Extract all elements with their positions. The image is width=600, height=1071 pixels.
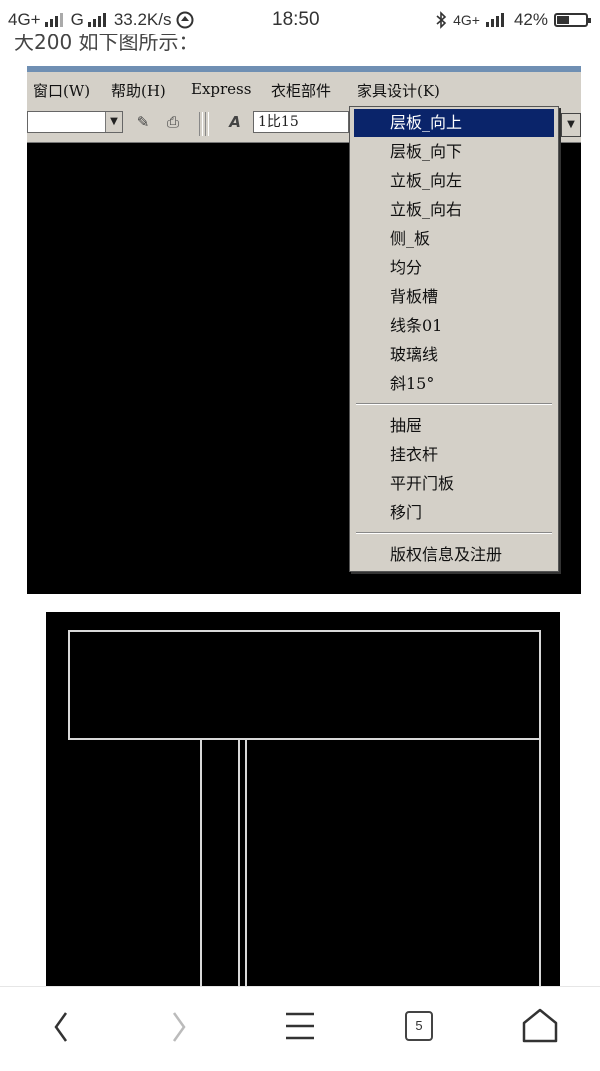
battery-icon xyxy=(554,13,591,27)
cad-drawing-screenshot xyxy=(46,612,560,992)
menu-bar: 窗口(W) 帮助(H) Express 衣柜部件 家具设计(K) xyxy=(27,66,581,106)
hamburger-menu-icon xyxy=(286,1012,314,1040)
browser-nav-bar: 5 xyxy=(0,986,600,1067)
back-button[interactable] xyxy=(20,987,100,1067)
dropdown-item-line01[interactable]: 线条01 xyxy=(354,312,554,340)
network-speed: 33.2K/s xyxy=(113,10,172,29)
forward-button[interactable] xyxy=(138,987,218,1067)
signal-icon-3 xyxy=(485,13,504,27)
menu-express[interactable]: Express xyxy=(191,80,251,98)
signal-icon-2 xyxy=(87,13,106,27)
toolbar-separator xyxy=(199,112,203,136)
dropdown-item-side-panel[interactable]: 侧_板 xyxy=(354,225,554,253)
dropdown-item-shelf-up[interactable]: 层板_向上 xyxy=(354,109,554,137)
menu-window[interactable]: 窗口(W) xyxy=(33,80,90,101)
scale-value: 1比15 xyxy=(258,114,299,130)
furniture-design-dropdown: 层板_向上 层板_向下 立板_向左 立板_向右 侧_板 均分 背板槽 线条01 … xyxy=(349,106,559,572)
chevron-down-icon[interactable]: ▼ xyxy=(561,113,581,137)
dropdown-item-back-groove[interactable]: 背板槽 xyxy=(354,283,554,311)
dropdown-item-vertical-left[interactable]: 立板_向左 xyxy=(354,167,554,195)
print-tool-icon[interactable]: ⎙ xyxy=(163,113,183,131)
dropdown-item-hanging-rod[interactable]: 挂衣杆 xyxy=(354,441,554,469)
battery-percent: 42% xyxy=(513,10,548,29)
signal-icon xyxy=(44,13,63,27)
dropdown-item-slant-15[interactable]: 斜15° xyxy=(354,370,554,398)
dropdown-item-hinged-door[interactable]: 平开门板 xyxy=(354,470,554,498)
dropdown-item-shelf-down[interactable]: 层板_向下 xyxy=(354,138,554,166)
network-type-1: 4G+ xyxy=(8,10,41,29)
home-button[interactable] xyxy=(500,987,580,1067)
toolbar-separator xyxy=(205,112,209,136)
drawing-top-panel xyxy=(68,630,541,740)
menu-separator xyxy=(356,403,552,405)
status-left: 4G+ G 33.2K/s xyxy=(8,10,194,30)
menu-button[interactable] xyxy=(260,987,340,1067)
dropdown-item-sliding-door[interactable]: 移门 xyxy=(354,499,554,527)
menu-separator xyxy=(356,532,552,534)
network-type-3: 4G+ xyxy=(453,12,480,28)
dropdown-item-drawer[interactable]: 抽屉 xyxy=(354,412,554,440)
status-right: 4G+ 42% xyxy=(435,10,591,30)
dropdown-item-glass-line[interactable]: 玻璃线 xyxy=(354,341,554,369)
clock: 18:50 xyxy=(272,9,320,30)
dropdown-item-divide[interactable]: 均分 xyxy=(354,254,554,282)
network-type-2: G xyxy=(70,10,84,29)
bluetooth-icon xyxy=(436,11,447,29)
scale-combo[interactable]: 1比15 xyxy=(253,111,349,133)
cad-drawing xyxy=(68,630,541,992)
home-icon xyxy=(522,1008,558,1043)
layer-combo[interactable]: ▼ xyxy=(27,111,123,133)
sync-icon xyxy=(176,11,193,29)
chevron-down-icon: ▼ xyxy=(105,112,122,132)
cad-screenshot-menu: 窗口(W) 帮助(H) Express 衣柜部件 家具设计(K) ▼ ✎ ⎙ A… xyxy=(27,66,581,594)
menu-help[interactable]: 帮助(H) xyxy=(111,80,166,101)
chevron-left-icon xyxy=(54,1012,68,1042)
layer-tool-icon[interactable]: ✎ xyxy=(133,113,153,131)
tabs-button[interactable]: 5 xyxy=(405,1011,433,1041)
chevron-right-icon xyxy=(172,1012,186,1042)
menu-furniture-design[interactable]: 家具设计(K) xyxy=(357,80,440,101)
dropdown-item-vertical-right[interactable]: 立板_向右 xyxy=(354,196,554,224)
dropdown-item-copyright[interactable]: 版权信息及注册 xyxy=(354,541,554,569)
text-style-icon[interactable]: A xyxy=(225,113,245,131)
menu-wardrobe-parts[interactable]: 衣柜部件 xyxy=(271,80,331,101)
